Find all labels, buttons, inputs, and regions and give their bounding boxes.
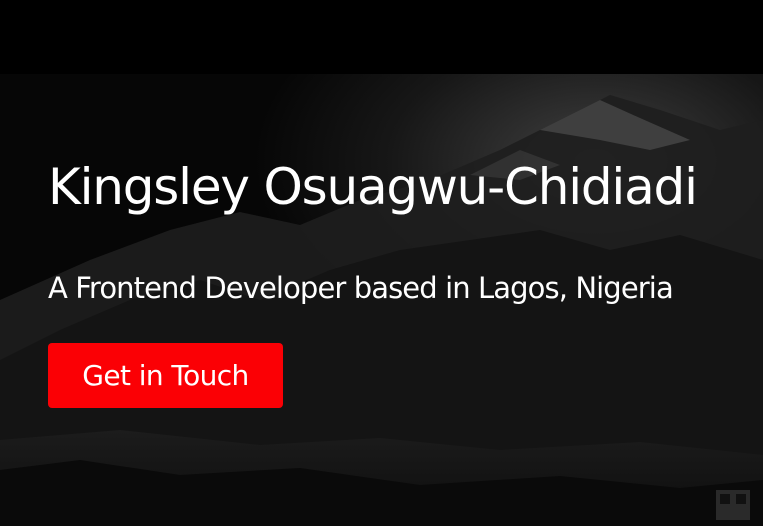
mountain-background-image xyxy=(0,0,763,526)
hero-title: Kingsley Osuagwu-Chidiadi xyxy=(48,158,698,216)
get-in-touch-button[interactable]: Get in Touch xyxy=(48,343,283,408)
hero-section: Kingsley Osuagwu-Chidiadi A Frontend Dev… xyxy=(0,0,763,526)
hero-subtitle: A Frontend Developer based in Lagos, Nig… xyxy=(48,271,674,305)
